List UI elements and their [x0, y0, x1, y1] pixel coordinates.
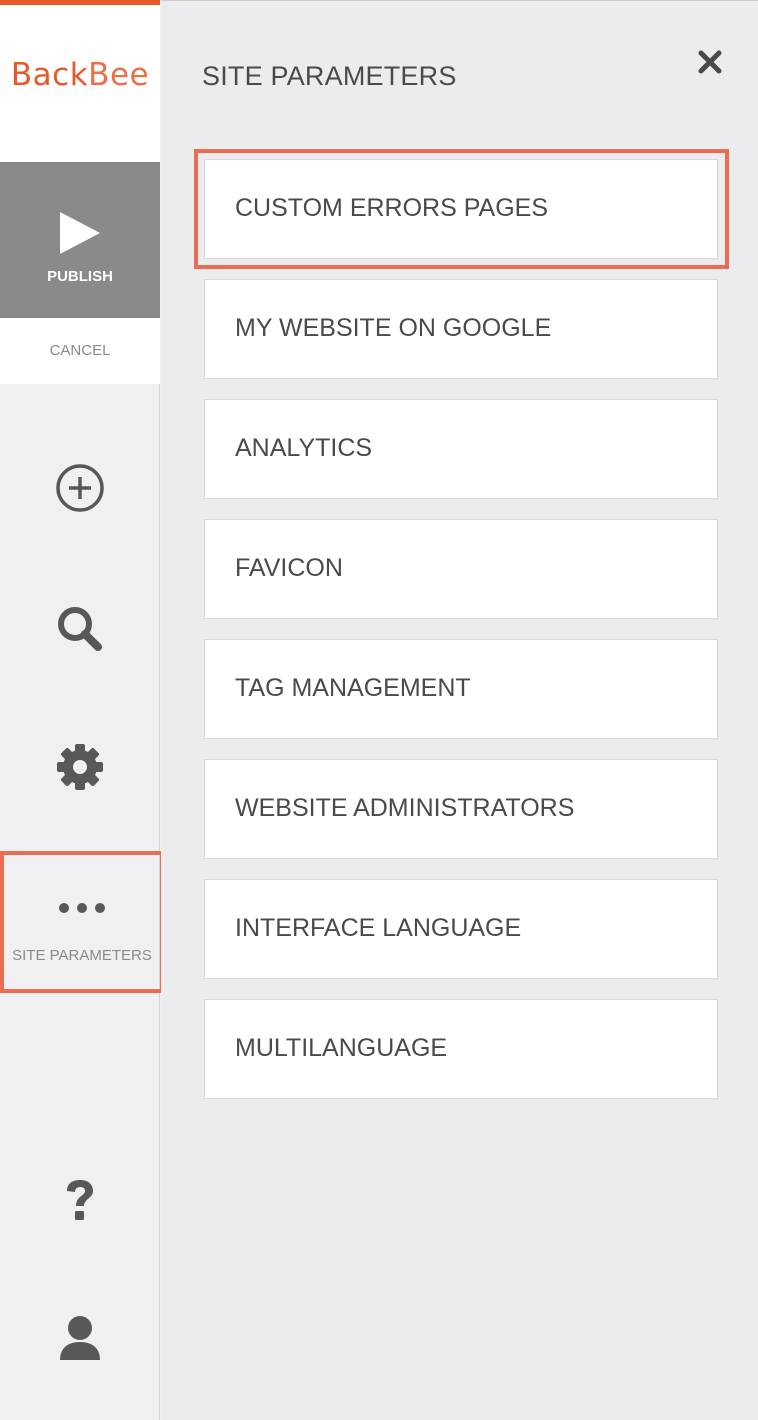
add-circle-icon [56, 464, 104, 512]
play-icon [60, 212, 100, 254]
sidebar: BackBee PUBLISH CANCEL SITE PARAMETERS [0, 0, 164, 1420]
site-parameters-panel: SITE PARAMETERS CUSTOM ERRORS PAGES MY W… [161, 0, 758, 1420]
search-button[interactable] [0, 578, 160, 678]
add-button[interactable] [0, 438, 160, 538]
cancel-button[interactable]: CANCEL [0, 318, 160, 384]
close-icon[interactable] [697, 49, 723, 75]
user-button[interactable] [0, 1288, 160, 1388]
menu-item-website-administrators[interactable]: WEBSITE ADMINISTRATORS [204, 759, 718, 859]
logo-area: BackBee [0, 0, 160, 162]
menu-item-favicon[interactable]: FAVICON [204, 519, 718, 619]
publish-button[interactable]: PUBLISH [0, 162, 160, 318]
site-parameters-label: SITE PARAMETERS [12, 947, 152, 964]
site-parameters-button[interactable]: SITE PARAMETERS [0, 851, 164, 993]
panel-title: SITE PARAMETERS [202, 61, 457, 91]
user-icon [60, 1316, 100, 1360]
publish-label: PUBLISH [47, 268, 113, 285]
search-icon [58, 607, 102, 651]
menu-item-multilanguage[interactable]: MULTILANGUAGE [204, 999, 718, 1099]
gear-icon [57, 744, 103, 790]
help-button[interactable] [0, 1148, 160, 1248]
backbee-logo[interactable]: BackBee [0, 57, 160, 93]
more-dots-icon [59, 903, 105, 913]
menu-item-analytics[interactable]: ANALYTICS [204, 399, 718, 499]
menu-item-tag-management[interactable]: TAG MANAGEMENT [204, 639, 718, 739]
menu-item-custom-errors-pages[interactable]: CUSTOM ERRORS PAGES [204, 159, 718, 259]
menu-item-interface-language[interactable]: INTERFACE LANGUAGE [204, 879, 718, 979]
menu-item-my-website-on-google[interactable]: MY WEBSITE ON GOOGLE [204, 279, 718, 379]
settings-button[interactable] [0, 718, 160, 818]
help-icon [67, 1180, 93, 1220]
